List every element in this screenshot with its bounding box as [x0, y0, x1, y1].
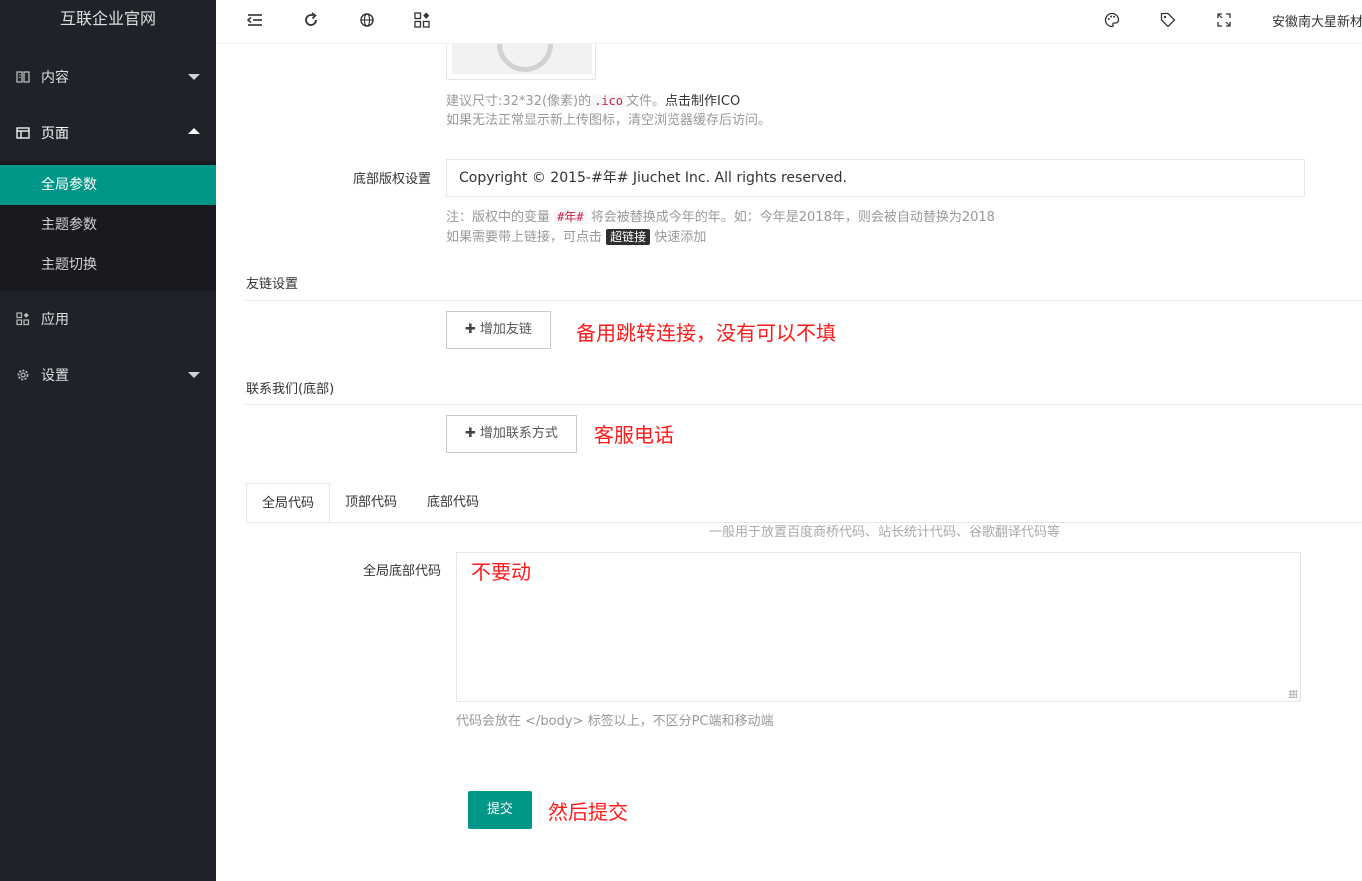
footer-code-textarea[interactable]	[456, 552, 1301, 702]
sidebar-subitem-theme-params[interactable]: 主题参数	[0, 205, 216, 245]
submit-annotation: 然后提交	[548, 800, 628, 824]
refresh-icon[interactable]	[302, 11, 320, 29]
contact-title: 联系我们(底部)	[246, 382, 335, 397]
add-friend-link-button[interactable]: ✚ 增加友链	[446, 311, 551, 349]
copyright-label: 底部版权设置	[352, 172, 431, 187]
apps-icon	[16, 312, 30, 326]
sidebar-item-pages[interactable]: 页面	[0, 105, 216, 161]
code-annotation: 不要动	[471, 560, 531, 584]
add-contact-button[interactable]: ✚ 增加联系方式	[446, 415, 577, 453]
chevron-down-icon	[188, 372, 200, 378]
sidebar-subitem-theme-switch[interactable]: 主题切换	[0, 245, 216, 285]
section-divider	[245, 404, 1362, 405]
book-icon	[16, 70, 30, 84]
menu-collapse-icon[interactable]	[246, 11, 264, 29]
user-menu[interactable]: 安徽南大星新材	[1272, 11, 1362, 30]
friend-links-title: 友链设置	[246, 277, 299, 292]
copyright-note: 注：版权中的变量 #年# 将会被替换成今年的年。如：今年是2018年，则会被自动…	[446, 210, 995, 225]
chevron-up-icon	[188, 128, 200, 134]
plus-icon: ✚	[465, 322, 476, 337]
year-var-code: #年#	[554, 210, 587, 224]
sidebar: 互联企业官网 内容 页面 全局参数 主题参数 主题切换 应用 设置	[0, 0, 216, 881]
sidebar-item-label: 页面	[41, 126, 69, 142]
sidebar-item-content[interactable]: 内容	[0, 49, 216, 105]
contact-annotation: 客服电话	[594, 423, 674, 447]
image-placeholder	[452, 44, 592, 74]
copyright-link-note: 如果需要带上链接，可点击 超链接 快速添加	[446, 229, 707, 245]
sidebar-subnav: 全局参数 主题参数 主题切换	[0, 161, 216, 291]
code-placement-hint: 代码会放在 </body> 标签以上，不区分PC端和移动端	[456, 714, 774, 729]
placeholder-image-icon	[497, 44, 553, 72]
submit-button[interactable]: 提交	[468, 791, 532, 829]
sidebar-item-label: 设置	[41, 368, 69, 384]
top-header: 安徽南大星新材	[216, 0, 1362, 44]
sidebar-item-label: 应用	[41, 312, 69, 328]
app-logo[interactable]: 互联企业官网	[0, 0, 216, 40]
tab-global-code[interactable]: 全局代码	[246, 483, 331, 523]
footer-code-label: 全局底部代码	[362, 564, 441, 579]
code-tab-hint: 一般用于放置百度商桥代码、站长统计代码、谷歌翻译代码等	[709, 525, 1061, 540]
sidebar-item-settings[interactable]: 设置	[0, 347, 216, 403]
palette-icon[interactable]	[1103, 11, 1121, 29]
resize-handle-icon[interactable]	[1289, 690, 1297, 698]
apps-icon[interactable]	[413, 11, 431, 29]
tab-header-code[interactable]: 顶部代码	[330, 483, 412, 523]
sidebar-item-apps[interactable]: 应用	[0, 291, 216, 347]
section-divider	[245, 300, 1362, 301]
icon-cache-hint: 如果无法正常显示新上传图标，清空浏览器缓存后访问。	[446, 113, 772, 128]
template-icon	[16, 126, 30, 140]
make-ico-link[interactable]: 点击制作ICO	[665, 94, 740, 109]
chevron-down-icon	[188, 74, 200, 80]
sidebar-item-label: 内容	[41, 70, 69, 86]
tag-icon[interactable]	[1159, 11, 1177, 29]
icon-preview	[446, 44, 596, 80]
friend-links-annotation: 备用跳转连接，没有可以不填	[576, 321, 836, 345]
globe-icon[interactable]	[358, 11, 376, 29]
fullscreen-icon[interactable]	[1215, 11, 1233, 29]
code-tabs: 全局代码 顶部代码 底部代码	[246, 483, 494, 523]
plus-icon: ✚	[465, 426, 476, 441]
main-content: 建议尺寸:32*32(像素)的 .ico 文件。点击制作ICO 如果无法正常显示新上…	[216, 44, 1362, 881]
tab-footer-code[interactable]: 底部代码	[412, 483, 494, 523]
copyright-input[interactable]: Copyright © 2015-#年# Jiuchet Inc. All ri…	[446, 159, 1305, 197]
ico-ext-code: .ico	[591, 94, 627, 108]
hyperlink-button[interactable]: 超链接	[606, 229, 651, 245]
icon-size-hint: 建议尺寸:32*32(像素)的 .ico 文件。点击制作ICO	[446, 94, 741, 109]
gear-icon	[16, 368, 30, 382]
sidebar-subitem-global-params[interactable]: 全局参数	[0, 165, 216, 205]
